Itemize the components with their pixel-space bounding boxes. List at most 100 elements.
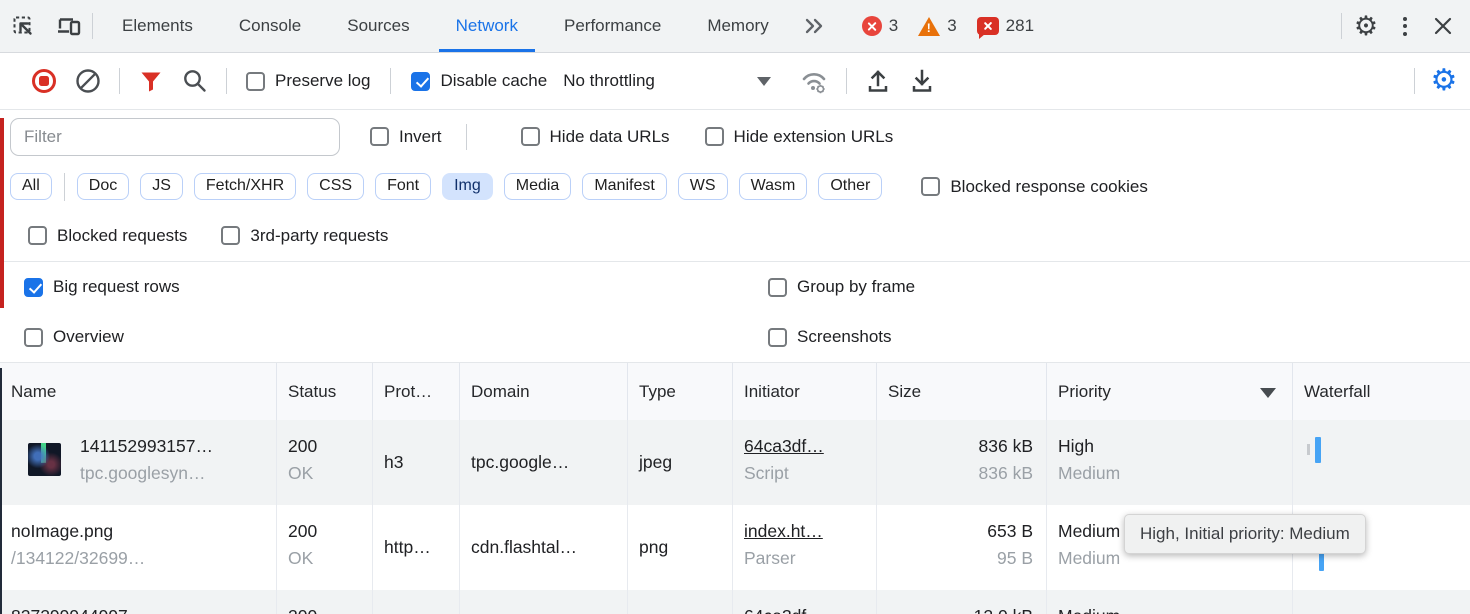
- chip-other[interactable]: Other: [818, 173, 882, 200]
- initiator-cell[interactable]: index.ht… Parser: [733, 505, 877, 590]
- initiator-cell[interactable]: 64ca3df: [733, 590, 877, 614]
- screenshots-checkbox[interactable]: Screenshots: [768, 327, 892, 347]
- initiator-link[interactable]: 64ca3df: [744, 603, 876, 614]
- chevron-down-icon: [757, 77, 771, 86]
- chip-css[interactable]: CSS: [307, 173, 364, 200]
- funnel-icon: [139, 70, 163, 93]
- tab-elements[interactable]: Elements: [99, 0, 216, 52]
- request-name-cell[interactable]: 141152993157… tpc.googlesyn…: [0, 420, 277, 505]
- column-header-protocol[interactable]: Prot…: [373, 363, 460, 420]
- tab-memory[interactable]: Memory: [684, 0, 791, 52]
- network-toolbar: Preserve log Disable cache No throttling: [0, 53, 1470, 110]
- close-devtools-button[interactable]: [1424, 16, 1462, 36]
- gear-icon: ⚙: [1431, 66, 1458, 96]
- import-har-button[interactable]: [856, 63, 900, 99]
- invert-checkbox[interactable]: Invert: [370, 127, 442, 147]
- chip-js[interactable]: JS: [140, 173, 183, 200]
- warnings-badge[interactable]: 3: [918, 16, 956, 36]
- chip-fetch-xhr[interactable]: Fetch/XHR: [194, 173, 296, 200]
- blocked-response-cookies-checkbox[interactable]: Blocked response cookies: [921, 177, 1148, 197]
- tab-network[interactable]: Network: [433, 0, 541, 52]
- initiator-cell[interactable]: 64ca3df… Script: [733, 420, 877, 505]
- big-request-rows-checkbox[interactable]: Big request rows: [24, 277, 768, 297]
- settings-gear-button[interactable]: ⚙: [1346, 13, 1386, 40]
- record-network-log-button[interactable]: [22, 63, 66, 99]
- third-party-requests-checkbox[interactable]: 3rd-party requests: [221, 226, 388, 246]
- priority-cell: Medium: [1047, 590, 1293, 614]
- chip-all[interactable]: All: [10, 173, 52, 200]
- toggle-device-toolbar-button[interactable]: [46, 0, 92, 52]
- overview-checkbox[interactable]: Overview: [24, 327, 768, 347]
- filter-input[interactable]: [10, 118, 340, 156]
- more-tabs-button[interactable]: [792, 0, 836, 52]
- column-header-priority[interactable]: Priority: [1047, 363, 1293, 420]
- issues-badge[interactable]: 281: [977, 16, 1034, 36]
- checkbox-icon[interactable]: [921, 177, 940, 196]
- chip-font[interactable]: Font: [375, 173, 431, 200]
- column-header-size[interactable]: Size: [877, 363, 1047, 420]
- tab-sources[interactable]: Sources: [324, 0, 432, 52]
- blocked-requests-checkbox[interactable]: Blocked requests: [28, 226, 187, 246]
- column-header-status[interactable]: Status: [277, 363, 373, 420]
- checkbox-icon[interactable]: [768, 278, 787, 297]
- chip-img[interactable]: Img: [442, 173, 493, 200]
- checkbox-icon[interactable]: [246, 72, 265, 91]
- chip-media[interactable]: Media: [504, 173, 572, 200]
- clear-network-log-button[interactable]: [66, 63, 110, 99]
- inspect-element-button[interactable]: [0, 0, 46, 52]
- waterfall-cell[interactable]: [1293, 590, 1470, 614]
- protocol-cell: http…: [373, 505, 460, 590]
- priority-tooltip: High, Initial priority: Medium: [1124, 514, 1366, 554]
- type-cell: png: [628, 505, 733, 590]
- column-header-waterfall[interactable]: Waterfall: [1293, 363, 1470, 420]
- checkbox-icon[interactable]: [705, 127, 724, 146]
- checkbox-icon[interactable]: [24, 278, 43, 297]
- throttling-select[interactable]: No throttling: [563, 71, 771, 91]
- table-row[interactable]: 141152993157… tpc.googlesyn… 200 OK h3 t…: [0, 420, 1470, 505]
- chip-doc[interactable]: Doc: [77, 173, 129, 200]
- chip-wasm[interactable]: Wasm: [739, 173, 808, 200]
- checkbox-icon[interactable]: [370, 127, 389, 146]
- checkbox-icon[interactable]: [768, 328, 787, 347]
- request-name-cell[interactable]: 827299944997: [0, 590, 277, 614]
- panel-tabs: Elements Console Sources Network Perform…: [99, 0, 792, 52]
- export-har-button[interactable]: [900, 63, 944, 99]
- column-header-name[interactable]: Name: [0, 363, 277, 420]
- hide-extension-urls-checkbox[interactable]: Hide extension URLs: [705, 127, 894, 147]
- preserve-log-checkbox[interactable]: Preserve log: [246, 71, 370, 91]
- checkbox-icon[interactable]: [28, 226, 47, 245]
- type-cell: jpeg: [628, 420, 733, 505]
- divider: [466, 124, 467, 150]
- checkbox-icon[interactable]: [24, 328, 43, 347]
- disable-cache-checkbox[interactable]: Disable cache: [411, 71, 547, 91]
- network-settings-button[interactable]: ⚙: [1424, 66, 1464, 96]
- filter-toggle-button[interactable]: [129, 63, 173, 99]
- request-name-cell[interactable]: noImage.png /134122/32699…: [0, 505, 277, 590]
- initiator-link[interactable]: index.ht…: [744, 518, 876, 545]
- tab-console[interactable]: Console: [216, 0, 324, 52]
- network-conditions-button[interactable]: [793, 63, 837, 99]
- initiator-link[interactable]: 64ca3df…: [744, 433, 876, 460]
- group-by-frame-checkbox[interactable]: Group by frame: [768, 277, 915, 297]
- record-icon: [32, 69, 56, 93]
- chip-manifest[interactable]: Manifest: [582, 173, 666, 200]
- column-header-initiator[interactable]: Initiator: [733, 363, 877, 420]
- table-row[interactable]: 827299944997 200 64ca3df 12.0 kB Medium: [0, 590, 1470, 614]
- hide-data-urls-checkbox[interactable]: Hide data URLs: [521, 127, 670, 147]
- waterfall-bar: [1319, 553, 1324, 571]
- chip-ws[interactable]: WS: [678, 173, 728, 200]
- search-button[interactable]: [173, 63, 217, 99]
- filter-row: Invert Hide data URLs Hide extension URL…: [0, 110, 1470, 163]
- sort-descending-icon: [1260, 388, 1276, 398]
- checkbox-icon[interactable]: [221, 226, 240, 245]
- column-header-domain[interactable]: Domain: [460, 363, 628, 420]
- checkbox-icon[interactable]: [411, 72, 430, 91]
- divider: [390, 68, 391, 94]
- checkbox-icon[interactable]: [521, 127, 540, 146]
- errors-badge[interactable]: 3: [862, 16, 898, 36]
- column-header-type[interactable]: Type: [628, 363, 733, 420]
- requests-table-header: Name Status Prot… Domain Type Initiator …: [0, 363, 1470, 420]
- customize-menu-button[interactable]: [1390, 17, 1420, 36]
- waterfall-cell[interactable]: [1293, 420, 1470, 505]
- tab-performance[interactable]: Performance: [541, 0, 684, 52]
